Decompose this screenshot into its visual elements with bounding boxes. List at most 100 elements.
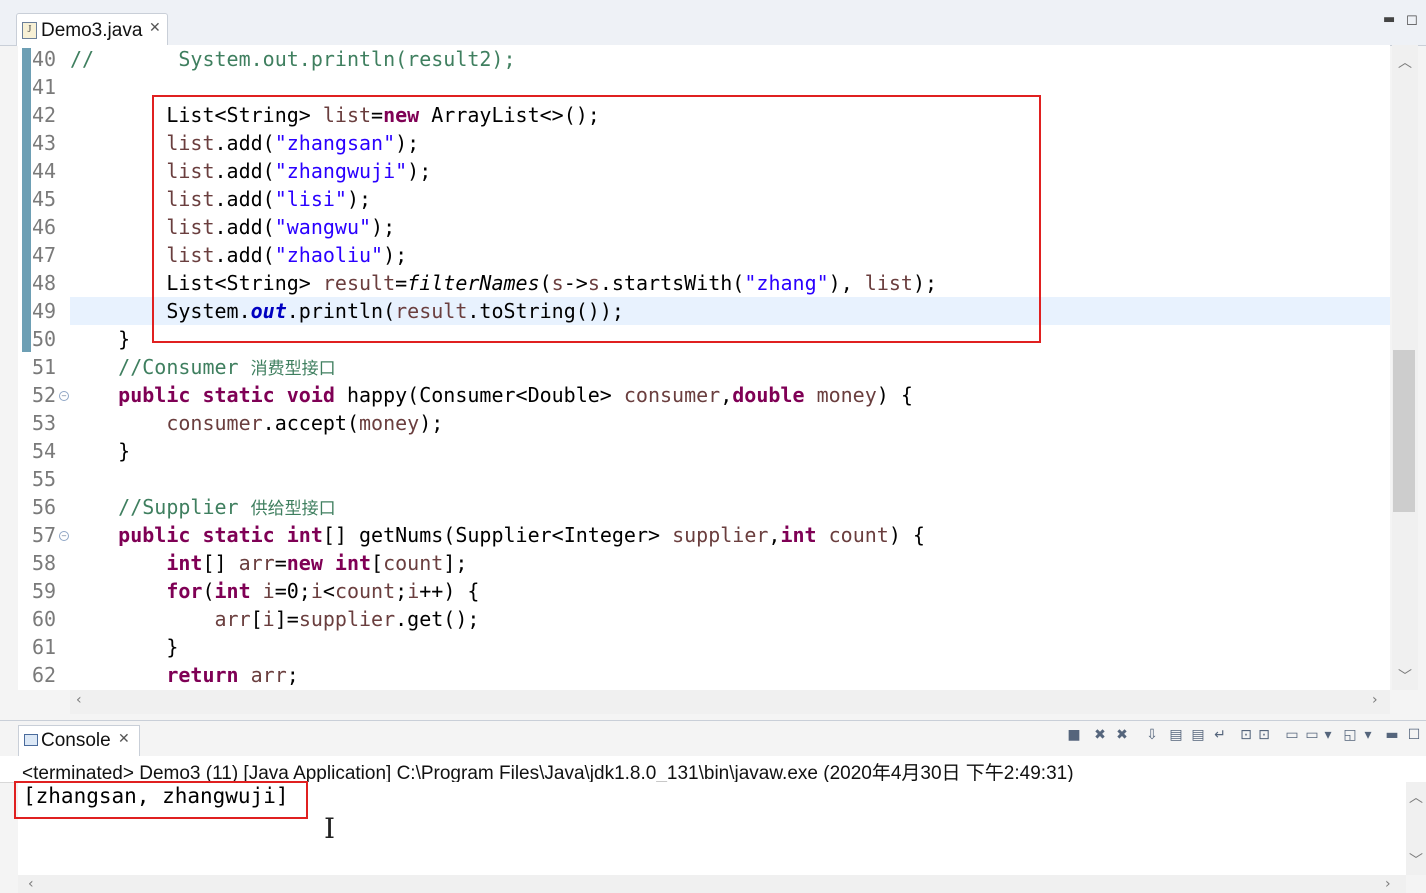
console-horizontal-scrollbar[interactable] <box>18 875 1406 893</box>
scroll-down-icon[interactable]: ﹀ <box>1398 666 1412 686</box>
quick-diff-bar <box>22 48 31 352</box>
maximize-icon[interactable]: ☐ <box>1406 14 1418 29</box>
line-number: 56 <box>32 495 57 519</box>
line-number: 44 <box>32 159 57 183</box>
code-token: int <box>70 551 203 575</box>
tab-label: Demo3.java <box>41 20 143 41</box>
code-line[interactable]: arr[i]=supplier.get(); <box>70 605 479 633</box>
code-line[interactable]: consumer.accept(money); <box>70 409 443 437</box>
tab-demo3-java[interactable]: J Demo3.java ✕ <box>16 13 168 46</box>
line-number: 55 <box>32 467 57 491</box>
code-token: .get(); <box>395 607 480 631</box>
close-console-icon[interactable]: ✕ <box>118 731 130 747</box>
code-token: // System.out.println(result2); <box>70 47 516 71</box>
line-number: 53 <box>32 411 57 435</box>
console-scroll-right-icon[interactable]: › <box>1385 876 1391 892</box>
fold-collapse-icon[interactable]: − <box>59 531 69 541</box>
code-token: count <box>383 551 444 575</box>
code-token: ) { <box>888 523 925 547</box>
line-number: 60 <box>32 607 57 631</box>
code-token: count <box>828 523 889 547</box>
line-number: 50 <box>32 327 57 351</box>
code-token: ++) { <box>419 579 480 603</box>
pin-console-icon[interactable]: ⊡ <box>1237 726 1255 744</box>
code-token: for <box>70 579 203 603</box>
line-number: 41 <box>32 75 57 99</box>
scroll-left-icon[interactable]: ‹ <box>76 692 82 708</box>
code-token: consumer <box>623 383 721 407</box>
code-token: ); <box>419 411 444 435</box>
console-scroll-left-icon[interactable]: ‹ <box>28 876 34 892</box>
code-token: , <box>768 523 781 547</box>
editor-scroll-thumb[interactable] <box>1393 350 1415 512</box>
console-scroll-up-icon[interactable]: ︿ <box>1409 787 1423 807</box>
code-token: ]; <box>443 551 468 575</box>
line-number: 47 <box>32 243 57 267</box>
close-tab-icon[interactable]: ✕ <box>149 20 161 36</box>
code-line[interactable]: return arr; <box>70 661 298 689</box>
code-line[interactable]: int[] arr=new int[count]; <box>70 549 467 577</box>
open-console-icon[interactable]: ▭ <box>1283 726 1301 744</box>
code-token: public static int <box>70 523 323 547</box>
show-when-stdout-icon[interactable]: ▤ <box>1167 726 1185 744</box>
remove-all-terminated-icon[interactable]: ✖ <box>1113 726 1131 744</box>
word-wrap-icon[interactable]: ↵ <box>1211 726 1229 744</box>
line-number: 51 <box>32 355 57 379</box>
code-token: double <box>732 383 805 407</box>
terminate-icon[interactable]: ■ <box>1065 726 1083 744</box>
code-token: new int <box>286 551 372 575</box>
scroll-lock-icon[interactable]: ⇩ <box>1143 726 1161 744</box>
code-token: [] <box>202 551 239 575</box>
code-line[interactable]: //Consumer 消费型接口 <box>70 353 336 381</box>
code-line[interactable]: public static void happy(Consumer<Double… <box>70 381 913 409</box>
new-console-icon[interactable]: ◱ <box>1341 726 1359 744</box>
console-scroll-down-icon[interactable]: ﹀ <box>1409 850 1423 870</box>
line-number: 62 <box>32 663 57 687</box>
code-token: int <box>214 579 251 603</box>
code-token: arr <box>70 607 251 631</box>
remove-launch-icon[interactable]: ✖ <box>1091 726 1109 744</box>
console-tab-label: Console <box>41 730 111 751</box>
code-token: consumer <box>70 411 263 435</box>
code-line[interactable]: //Supplier 供给型接口 <box>70 493 335 521</box>
tab-console[interactable]: Console ✕ <box>18 725 140 756</box>
code-line[interactable]: } <box>70 437 130 465</box>
code-line[interactable]: public static int[] getNums(Supplier<Int… <box>70 521 925 549</box>
code-line[interactable]: } <box>70 633 178 661</box>
fold-collapse-icon[interactable]: − <box>59 391 69 401</box>
code-token: ]= <box>274 607 299 631</box>
line-number: 59 <box>32 579 57 603</box>
line-number: 58 <box>32 551 57 575</box>
show-when-stderr-icon[interactable]: ▤ <box>1189 726 1207 744</box>
console-maximize-icon[interactable]: ☐ <box>1405 726 1423 744</box>
code-token: //Supplier <box>70 495 251 519</box>
console-minimize-icon[interactable]: ▬ <box>1383 726 1401 744</box>
line-number: 46 <box>32 215 57 239</box>
code-token: [ <box>250 607 263 631</box>
code-token: arr <box>238 551 275 575</box>
code-token: 消费型接口 <box>250 359 336 379</box>
text-cursor-icon: I <box>324 812 336 845</box>
code-token: i <box>407 579 420 603</box>
code-token: money <box>358 411 420 435</box>
display-console-dropdown-icon[interactable]: ▾ <box>1319 726 1337 744</box>
pin-console-active-icon[interactable]: ⊡ <box>1255 726 1273 744</box>
code-token: arr <box>250 663 287 687</box>
minimize-icon[interactable]: ▬ <box>1383 12 1395 27</box>
code-token: supplier <box>298 607 396 631</box>
code-line[interactable]: // System.out.println(result2); <box>70 45 516 73</box>
code-token: } <box>70 439 131 463</box>
new-console-dropdown-icon[interactable]: ▾ <box>1359 726 1377 744</box>
editor-horizontal-scrollbar[interactable] <box>70 690 1390 714</box>
code-line[interactable]: for(int i=0;i<count;i++) { <box>70 577 479 605</box>
scroll-right-icon[interactable]: › <box>1372 692 1378 708</box>
code-token: , <box>720 383 733 407</box>
code-token: i <box>262 579 275 603</box>
scroll-up-icon[interactable]: ︿ <box>1398 52 1412 72</box>
line-number: 42 <box>32 103 57 127</box>
code-line[interactable]: } <box>70 325 130 353</box>
code-token: = <box>274 551 287 575</box>
code-token: [ <box>371 551 384 575</box>
